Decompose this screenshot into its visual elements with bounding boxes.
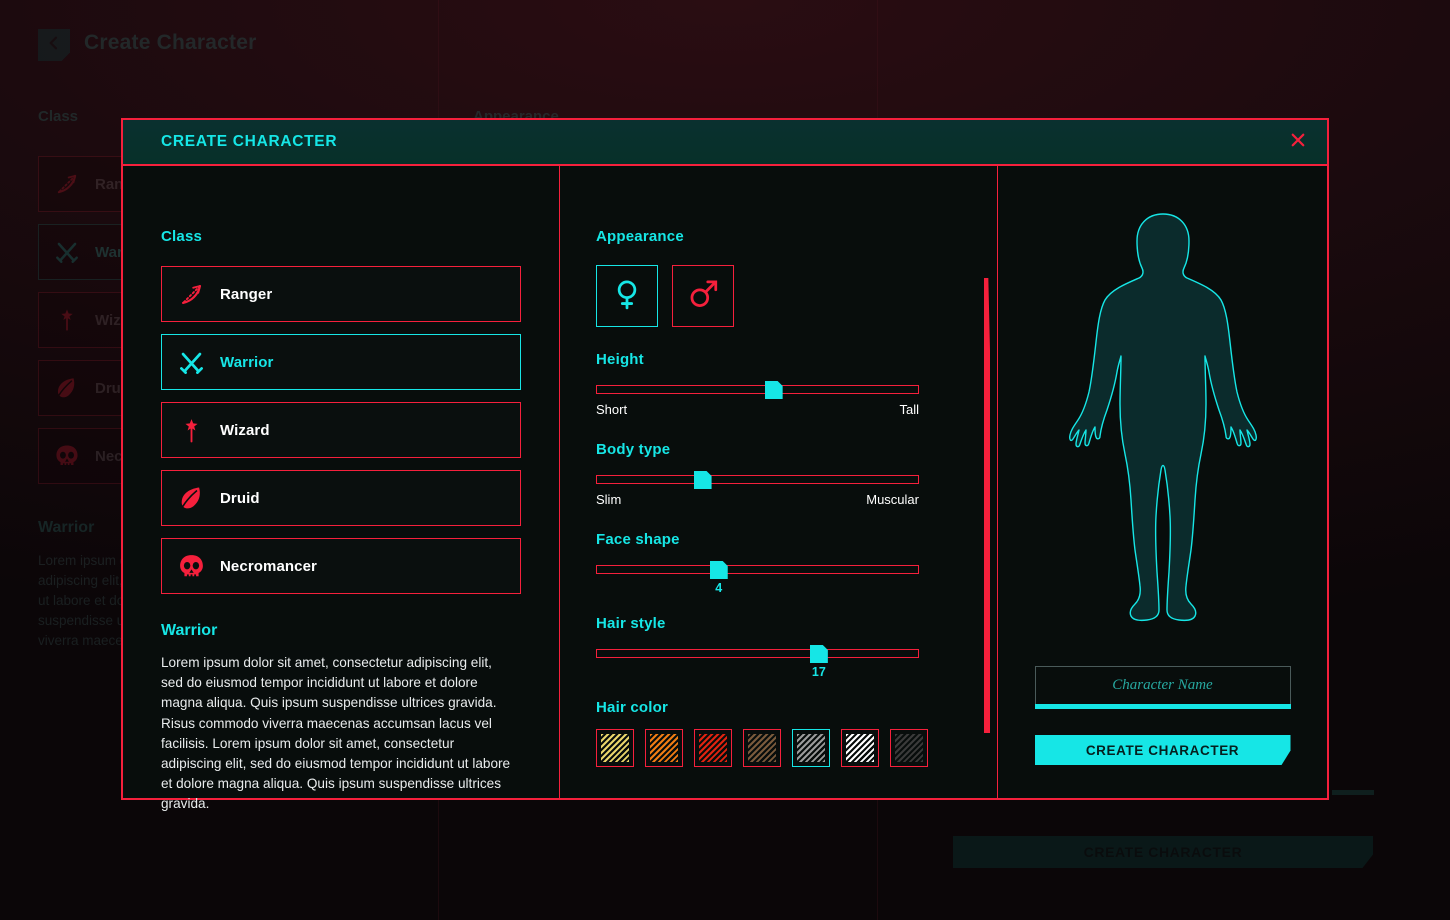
slider-face-shape-thumb[interactable] [710,561,728,579]
class-description-body: Lorem ipsum dolor sit amet, consectetur … [161,653,516,815]
class-option-label: Necromancer [220,558,317,575]
class-option-label: Druid [220,490,260,507]
hair-color-swatch-black[interactable] [890,729,928,767]
character-silhouette [1059,208,1267,626]
gender-option-female[interactable] [596,265,658,327]
class-option-label: Warrior [220,354,274,371]
slider-height-label: Height [596,351,997,368]
slider-hair-style-track[interactable]: 17 [596,645,919,659]
venus-icon [610,277,644,316]
hair-color-swatch-brown[interactable] [743,729,781,767]
slider-hair-style-thumb[interactable] [810,645,828,663]
slider-hair-style-label: Hair style [596,615,997,632]
slider-height-max-label: Tall [899,402,919,417]
background-create-character-button[interactable]: CREATE CHARACTER [953,836,1373,868]
leaf-icon [39,375,95,401]
mars-icon [686,277,720,316]
close-button[interactable] [1285,129,1311,155]
create-character-button[interactable]: CREATE CHARACTER [1035,735,1291,765]
class-option-warrior[interactable]: Warrior [161,334,521,390]
slider-body-type-max-label: Muscular [866,492,919,507]
screen: Create Character Class Appearance Ranger [0,0,1450,920]
gender-selector [596,265,997,327]
gender-option-male[interactable] [672,265,734,327]
slider-body-type-thumb[interactable] [694,471,712,489]
character-name-field[interactable] [1035,666,1291,704]
bow-arrow-icon [39,171,95,197]
background-class-label: Class [38,108,78,125]
slider-hair-style: Hair style 17 [596,615,997,659]
skull-icon [39,443,95,469]
slider-height-track[interactable] [596,381,919,395]
dialog-title: CREATE CHARACTER [161,133,337,151]
slider-face-shape-track[interactable]: 4 [596,561,919,575]
hair-color-swatch-blonde[interactable] [596,729,634,767]
preview-panel: CREATE CHARACTER [998,166,1327,798]
leaf-icon [162,485,220,512]
slider-hair-style-value: 17 [812,665,826,679]
hair-color-swatch-red[interactable] [694,729,732,767]
slider-body-type-label: Body type [596,441,997,458]
slider-body-type-track[interactable] [596,471,919,485]
character-name-input[interactable] [1036,667,1290,704]
class-panel: Class Ranger [123,166,560,798]
slider-face-shape-value: 4 [715,581,722,595]
slider-face-shape-label: Face shape [596,531,997,548]
class-option-label: Wizard [220,422,270,439]
slider-height-min-label: Short [596,402,627,417]
magic-staff-icon [39,307,95,333]
dialog-header: CREATE CHARACTER [123,120,1327,166]
appearance-scrollbar-thumb[interactable] [984,278,990,733]
hair-color-swatch-gray[interactable] [792,729,830,767]
background-accent-strip [1332,790,1374,795]
class-option-druid[interactable]: Druid [161,470,521,526]
class-section-label: Class [161,228,521,245]
magic-staff-icon [162,417,220,444]
class-list: Ranger Warrior [161,266,521,594]
crossed-swords-icon [39,239,95,265]
close-icon [1289,131,1307,154]
class-description-title: Warrior [161,622,521,640]
skull-icon [162,553,220,580]
class-option-ranger[interactable]: Ranger [161,266,521,322]
background-selected-class-title: Warrior [38,519,94,537]
crossed-swords-icon [162,349,220,376]
slider-body-type-min-label: Slim [596,492,621,507]
class-option-necromancer[interactable]: Necromancer [161,538,521,594]
appearance-panel: Appearance [560,166,998,798]
back-button[interactable] [38,29,70,61]
appearance-section-label: Appearance [596,228,997,245]
slider-height: Height Short Tall [596,351,997,417]
hair-color-label: Hair color [596,699,997,716]
slider-face-shape: Face shape 4 [596,531,997,575]
create-character-dialog: CREATE CHARACTER Class [121,118,1329,800]
hair-color-swatch-orange[interactable] [645,729,683,767]
page-title: Create Character [84,31,256,55]
hair-color-swatches [596,729,997,767]
hair-color-swatch-white[interactable] [841,729,879,767]
class-option-wizard[interactable]: Wizard [161,402,521,458]
dialog-body: Class Ranger [123,166,1327,798]
chevron-left-icon [46,35,62,56]
hair-color-section: Hair color [596,699,997,767]
class-option-label: Ranger [220,286,272,303]
bow-arrow-icon [162,281,220,308]
character-name-underline [1035,704,1291,709]
slider-height-thumb[interactable] [765,381,783,399]
slider-body-type: Body type Slim Muscular [596,441,997,507]
